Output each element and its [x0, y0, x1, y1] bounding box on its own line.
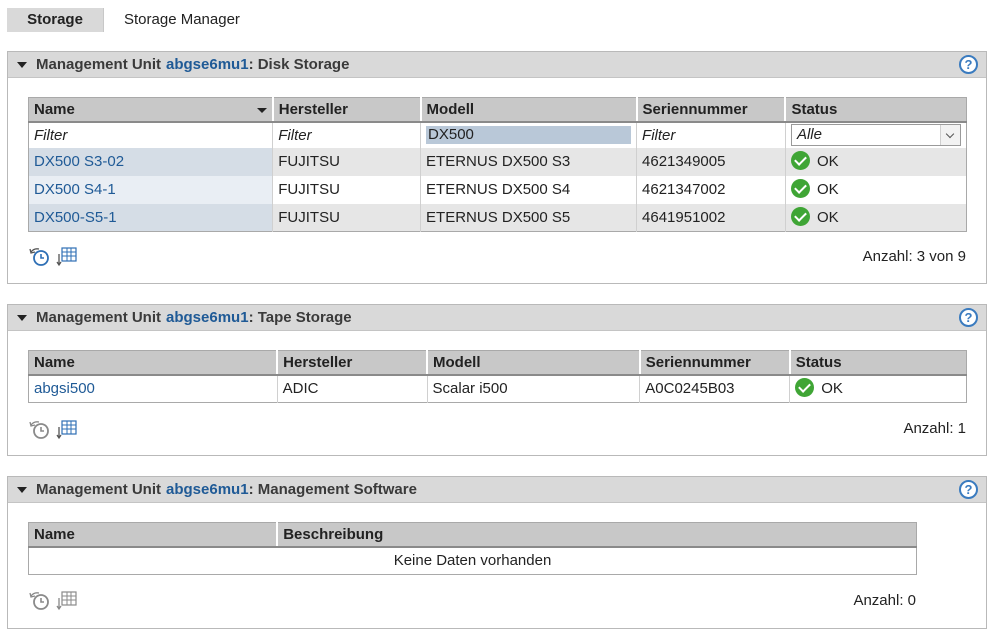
modell-cell: ETERNUS DX500 S3	[420, 147, 638, 176]
history-refresh-icon[interactable]	[28, 590, 52, 612]
ok-check-icon	[790, 179, 810, 199]
table-row[interactable]: DX500-S5-1 FUJITSU ETERNUS DX500 S5 4641…	[28, 203, 967, 232]
panel-title-suffix: : Management Software	[248, 481, 417, 498]
management-software-table: Name Beschreibung Keine Daten vorhanden	[28, 522, 917, 575]
hersteller-cell: FUJITSU	[272, 147, 422, 176]
status-text: OK	[816, 180, 839, 198]
hersteller-cell: ADIC	[277, 374, 428, 403]
empty-table-message: Keine Daten vorhanden	[28, 546, 917, 575]
tape-storage-table: Name Hersteller Modell Seriennummer Stat…	[28, 350, 967, 403]
panel-title-prefix: Management Unit	[36, 56, 162, 73]
collapse-triangle-icon[interactable]	[17, 486, 27, 493]
tape-storage-panel: Management Unit abgse6mu1 : Tape Storage…	[7, 304, 987, 456]
filter-status-value: Alle	[796, 126, 822, 143]
disk-storage-table: Name Hersteller Modell Seriennummer Stat…	[28, 97, 967, 232]
help-icon[interactable]: ?	[959, 55, 978, 74]
table-export-icon[interactable]	[55, 590, 79, 612]
tape-table-toolbar	[28, 419, 79, 441]
column-header-status[interactable]: Status	[789, 350, 967, 376]
tab-storage-manager[interactable]: Storage Manager	[104, 8, 260, 32]
help-icon[interactable]: ?	[959, 308, 978, 327]
seriennummer-cell: A0C0245B03	[639, 374, 791, 403]
column-header-modell[interactable]: Modell	[427, 350, 641, 376]
ok-check-icon	[790, 151, 810, 171]
modell-cell: ETERNUS DX500 S5	[420, 203, 638, 232]
tab-storage[interactable]: Storage	[7, 8, 103, 32]
filter-modell-input[interactable]: DX500	[420, 121, 638, 148]
table-export-icon[interactable]	[55, 419, 79, 441]
history-refresh-icon[interactable]	[28, 246, 52, 268]
panel-title-prefix: Management Unit	[36, 309, 162, 326]
history-refresh-icon[interactable]	[28, 419, 52, 441]
status-cell: OK	[785, 175, 967, 204]
column-header-name[interactable]: Name	[28, 522, 279, 548]
panel-title-suffix: : Tape Storage	[248, 309, 352, 326]
filter-seriennummer-input[interactable]: Filter	[636, 121, 786, 148]
software-table-toolbar	[28, 590, 79, 612]
collapse-triangle-icon[interactable]	[17, 61, 27, 68]
management-unit-link[interactable]: abgse6mu1	[166, 56, 249, 73]
storage-name-link[interactable]: DX500 S4-1	[34, 181, 116, 198]
status-cell: OK	[785, 203, 967, 232]
column-header-name[interactable]: Name	[28, 350, 279, 376]
table-row[interactable]: abgsi500 ADIC Scalar i500 A0C0245B03 OK	[28, 374, 967, 403]
disk-storage-panel: Management Unit abgse6mu1 : Disk Storage…	[7, 51, 987, 284]
management-software-panel: Management Unit abgse6mu1 : Management S…	[7, 476, 987, 629]
storage-name-link[interactable]: DX500 S3-02	[34, 153, 124, 170]
filter-status-cell: Alle	[785, 121, 967, 148]
column-header-hersteller[interactable]: Hersteller	[272, 97, 422, 123]
panel-title-prefix: Management Unit	[36, 481, 162, 498]
management-software-panel-header: Management Unit abgse6mu1 : Management S…	[8, 477, 986, 503]
modell-cell: Scalar i500	[427, 374, 641, 403]
help-icon[interactable]: ?	[959, 480, 978, 499]
seriennummer-cell: 4621349005	[636, 147, 786, 176]
management-unit-link[interactable]: abgse6mu1	[166, 481, 249, 498]
filter-name-input[interactable]: Filter	[28, 121, 274, 148]
filter-status-select[interactable]: Alle	[790, 124, 961, 146]
collapse-triangle-icon[interactable]	[17, 314, 27, 321]
table-row[interactable]: DX500 S3-02 FUJITSU ETERNUS DX500 S3 462…	[28, 147, 967, 176]
status-text: OK	[816, 208, 839, 226]
seriennummer-cell: 4641951002	[636, 203, 786, 232]
panel-title-suffix: : Disk Storage	[248, 56, 350, 73]
tab-bar: Storage Storage Manager	[7, 8, 260, 32]
table-row[interactable]: DX500 S4-1 FUJITSU ETERNUS DX500 S4 4621…	[28, 175, 967, 204]
disk-storage-panel-header: Management Unit abgse6mu1 : Disk Storage…	[8, 52, 986, 78]
status-cell: OK	[789, 374, 967, 403]
status-text: OK	[816, 152, 839, 170]
row-count: Anzahl: 0	[853, 592, 916, 609]
status-cell: OK	[785, 147, 967, 176]
hersteller-cell: FUJITSU	[272, 203, 422, 232]
chevron-down-icon[interactable]	[939, 125, 960, 145]
table-export-icon[interactable]	[55, 246, 79, 268]
sort-descending-icon[interactable]	[256, 108, 267, 113]
filter-modell-value[interactable]: DX500	[426, 126, 632, 144]
column-header-beschreibung[interactable]: Beschreibung	[277, 522, 917, 548]
disk-table-toolbar	[28, 246, 79, 268]
column-header-status[interactable]: Status	[785, 97, 967, 123]
hersteller-cell: FUJITSU	[272, 175, 422, 204]
row-count: Anzahl: 1	[903, 420, 966, 437]
storage-name-link[interactable]: DX500-S5-1	[34, 209, 117, 226]
management-unit-link[interactable]: abgse6mu1	[166, 309, 249, 326]
column-header-name[interactable]: Name	[28, 97, 274, 123]
column-header-modell[interactable]: Modell	[420, 97, 638, 123]
status-text: OK	[821, 380, 843, 398]
storage-name-link[interactable]: abgsi500	[34, 380, 95, 397]
row-count: Anzahl: 3 von 9	[862, 248, 966, 265]
modell-cell: ETERNUS DX500 S4	[420, 175, 638, 204]
ok-check-icon	[790, 206, 810, 226]
column-header-seriennummer[interactable]: Seriennummer	[639, 350, 791, 376]
ok-check-icon	[795, 378, 815, 398]
tape-storage-panel-header: Management Unit abgse6mu1 : Tape Storage…	[8, 305, 986, 331]
seriennummer-cell: 4621347002	[636, 175, 786, 204]
column-header-hersteller[interactable]: Hersteller	[277, 350, 429, 376]
filter-hersteller-input[interactable]: Filter	[272, 121, 422, 148]
column-header-seriennummer[interactable]: Seriennummer	[636, 97, 787, 123]
